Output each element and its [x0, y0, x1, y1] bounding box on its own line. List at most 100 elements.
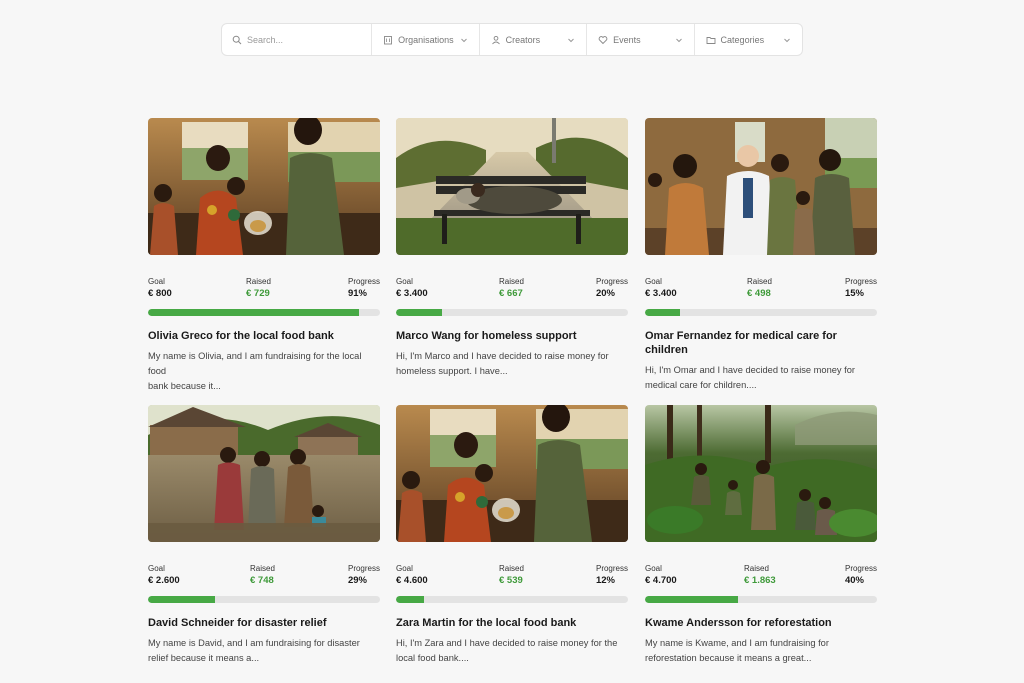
search-input[interactable] [247, 34, 357, 45]
organisations-label: Organisations [398, 34, 454, 45]
progress-label: Progress [595, 277, 628, 286]
progress-value: 20% [595, 288, 615, 299]
campaign-description: My name is David, and I am fundraising f… [148, 636, 380, 666]
creators-dropdown[interactable]: Creators [480, 24, 588, 55]
goal-label: Goal [645, 277, 662, 286]
progress-value: 15% [844, 288, 864, 299]
progress-label: Progress [347, 564, 380, 573]
raised-value: € 667 [499, 288, 523, 299]
campaign-photo[interactable] [645, 118, 877, 255]
campaign-description: My name is Kwame, and I am fundraising f… [645, 636, 877, 666]
goal-value: € 800 [148, 288, 172, 299]
filter-bar: Organisations Creators Events Categories [221, 23, 803, 56]
progress-label: Progress [844, 564, 877, 573]
progress-bar-fill [645, 596, 738, 603]
raised-value: € 498 [747, 288, 771, 299]
progress-bar [148, 309, 380, 316]
progress-value: 91% [347, 288, 367, 299]
description-line: reforestation because it means a great..… [645, 653, 812, 663]
goal-value: € 2.600 [148, 575, 180, 586]
progress-bar-fill [148, 309, 360, 316]
campaign-description: Hi, I'm Omar and I have decided to raise… [645, 363, 877, 393]
campaign-title[interactable]: David Schneider for disaster relief [148, 616, 380, 630]
raised-label: Raised [499, 564, 524, 573]
progress-bar-fill [645, 309, 680, 316]
campaign-stats: Goal € 4.700 Raised € 1.863 Progress 40% [645, 563, 877, 593]
campaign-card[interactable]: Goal € 2.600 Raised € 748 Progress 29% Davi… [148, 405, 380, 666]
raised-label: Raised [246, 277, 271, 286]
campaign-stats: Goal € 3.400 Raised € 498 Progress 15% [645, 276, 877, 306]
goal-value: € 3.400 [645, 288, 677, 299]
progress-bar [396, 309, 628, 316]
campaign-card[interactable]: Goal € 4.600 Raised € 539 Progress 12% Zara… [396, 405, 628, 666]
goal-label: Goal [396, 564, 413, 573]
folder-icon [706, 35, 716, 45]
campaign-card[interactable]: Goal € 4.700 Raised € 1.863 Progress 40% Kw… [645, 405, 877, 666]
campaign-stats: Goal € 3.400 Raised € 667 Progress 20% [396, 276, 628, 306]
campaign-title[interactable]: Olivia Greco for the local food bank [148, 329, 380, 343]
progress-bar-fill [148, 596, 216, 603]
campaign-description: Hi, I'm Zara and I have decided to raise… [396, 636, 628, 666]
description-line: bank because it... [148, 381, 221, 391]
description-line: local food bank.... [396, 653, 469, 663]
chevron-down-icon [566, 35, 576, 45]
goal-value: € 4.600 [396, 575, 428, 586]
person-icon [491, 35, 501, 45]
campaign-photo[interactable] [148, 405, 380, 542]
progress-bar [645, 596, 877, 603]
search-box[interactable] [222, 24, 373, 55]
campaign-photo[interactable] [396, 405, 628, 542]
campaign-card[interactable]: Goal € 3.400 Raised € 667 Progress 20% Marc… [396, 118, 628, 379]
goal-value: € 4.700 [645, 575, 677, 586]
description-line: medical care for children.... [645, 380, 757, 390]
goal-label: Goal [148, 277, 165, 286]
raised-label: Raised [499, 277, 524, 286]
raised-value: € 539 [499, 575, 523, 586]
events-dropdown[interactable]: Events [587, 24, 695, 55]
description-line: relief because it means a... [148, 653, 260, 663]
progress-label: Progress [595, 564, 628, 573]
progress-bar-fill [396, 309, 443, 316]
progress-value: 40% [844, 575, 864, 586]
events-label: Events [613, 34, 641, 45]
chevron-down-icon [782, 35, 792, 45]
description-line: Hi, I'm Omar and I have decided to raise… [645, 365, 856, 375]
description-line: Hi, I'm Zara and I have decided to raise… [396, 638, 618, 648]
campaign-stats: Goal € 800 Raised € 729 Progress 91% [148, 276, 380, 306]
campaign-stats: Goal € 2.600 Raised € 748 Progress 29% [148, 563, 380, 593]
heart-icon [598, 35, 608, 45]
progress-bar [396, 596, 628, 603]
progress-value: 29% [347, 575, 367, 586]
campaign-photo[interactable] [645, 405, 877, 542]
raised-value: € 1.863 [744, 575, 776, 586]
campaign-description: Hi, I'm Marco and I have decided to rais… [396, 349, 628, 379]
campaign-card[interactable]: Goal € 3.400 Raised € 498 Progress 15% Omar… [645, 118, 877, 393]
building-icon [383, 35, 393, 45]
campaign-photo[interactable] [396, 118, 628, 255]
categories-dropdown[interactable]: Categories [695, 24, 802, 55]
campaign-title[interactable]: Omar Fernandez for medical care for chil… [645, 329, 877, 357]
campaign-description: My name is Olivia, and I am fundraising … [148, 349, 380, 394]
progress-label: Progress [347, 277, 380, 286]
organisations-dropdown[interactable]: Organisations [372, 24, 480, 55]
campaign-title[interactable]: Kwame Andersson for reforestation [645, 616, 877, 630]
chevron-down-icon [459, 35, 469, 45]
campaign-title[interactable]: Marco Wang for homeless support [396, 329, 628, 343]
search-icon [232, 35, 242, 45]
creators-label: Creators [505, 34, 541, 45]
campaign-photo[interactable] [148, 118, 380, 255]
goal-label: Goal [645, 564, 662, 573]
description-line: homeless support. I have... [396, 366, 508, 376]
goal-label: Goal [148, 564, 165, 573]
goal-value: € 3.400 [396, 288, 428, 299]
categories-label: Categories [720, 34, 765, 45]
raised-value: € 748 [250, 575, 274, 586]
raised-label: Raised [744, 564, 769, 573]
raised-label: Raised [250, 564, 275, 573]
chevron-down-icon [674, 35, 684, 45]
description-line: My name is David, and I am fundraising f… [148, 638, 360, 648]
campaign-title[interactable]: Zara Martin for the local food bank [396, 616, 628, 630]
raised-value: € 729 [246, 288, 270, 299]
campaign-card[interactable]: Goal € 800 Raised € 729 Progress 91% Olivia… [148, 118, 380, 394]
progress-bar-fill [396, 596, 424, 603]
